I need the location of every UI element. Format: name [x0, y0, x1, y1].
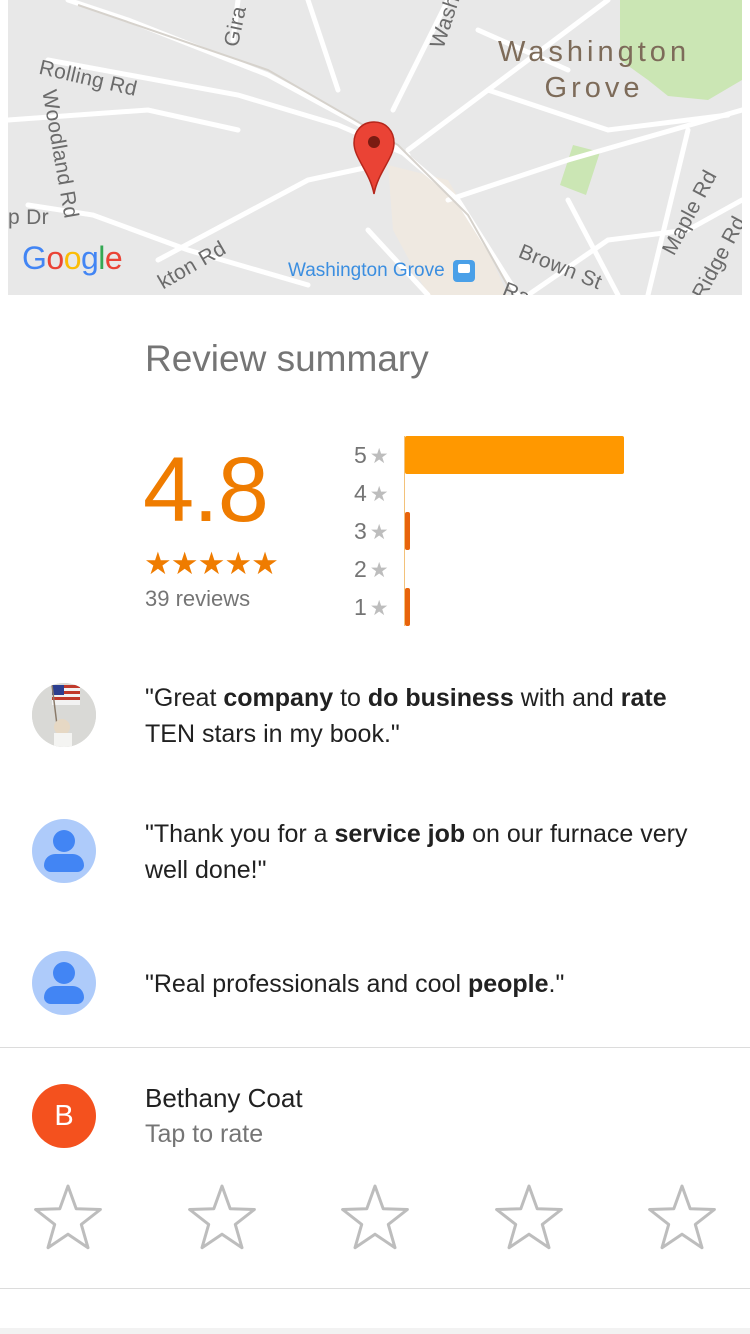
- user-name: Bethany Coat: [145, 1083, 303, 1113]
- snippet-text: "Real professionals and cool people.": [145, 970, 565, 998]
- reviewer-avatar: [32, 683, 96, 747]
- station-label[interactable]: Washington Grove: [288, 260, 475, 282]
- distribution-bar: [405, 436, 624, 474]
- map-preview[interactable]: Rolling Rd Woodland Rd Gira Wash p Dr kt…: [8, 0, 742, 295]
- review-summary-title: Review summary: [145, 338, 429, 379]
- average-rating: 4.8: [143, 439, 269, 541]
- star-icon: ★: [369, 597, 389, 620]
- train-station-icon: [452, 260, 475, 282]
- default-avatar-icon: [32, 819, 96, 883]
- rate-star-4[interactable]: [491, 1180, 567, 1256]
- star-icon: ★: [369, 521, 389, 544]
- google-logo: Google: [22, 240, 123, 276]
- map-pin-icon: [353, 121, 395, 195]
- rate-star-2[interactable]: [184, 1180, 260, 1256]
- street-label-pdr: p Dr: [8, 206, 49, 229]
- rate-star-3[interactable]: [337, 1180, 413, 1256]
- default-avatar-icon: [32, 951, 96, 1015]
- distribution-bar: [405, 512, 410, 550]
- flag-photo-icon: [32, 683, 96, 747]
- divider: [0, 1288, 750, 1289]
- rate-star-5[interactable]: [644, 1180, 720, 1256]
- star-icon: ★: [369, 483, 389, 506]
- divider: [0, 1047, 750, 1048]
- snippet-text: "Great company to do business with and r…: [145, 684, 667, 748]
- reviews-count-link[interactable]: 39 reviews: [145, 586, 250, 612]
- star-icon: ★: [369, 445, 389, 468]
- next-section-peek: [0, 1328, 750, 1334]
- distribution-bar: [405, 588, 410, 626]
- star-icon: ★: [369, 559, 389, 582]
- user-avatar: B: [32, 1084, 96, 1148]
- tap-to-rate-hint: Tap to rate: [145, 1120, 264, 1148]
- place-label-washington-grove: Washington Grove: [498, 36, 691, 104]
- rating-stars: ★★★★★: [144, 546, 279, 581]
- snippet-text: "Thank you for a service job on our furn…: [145, 820, 688, 884]
- rate-stars: [30, 1180, 720, 1256]
- rate-star-1[interactable]: [30, 1180, 106, 1256]
